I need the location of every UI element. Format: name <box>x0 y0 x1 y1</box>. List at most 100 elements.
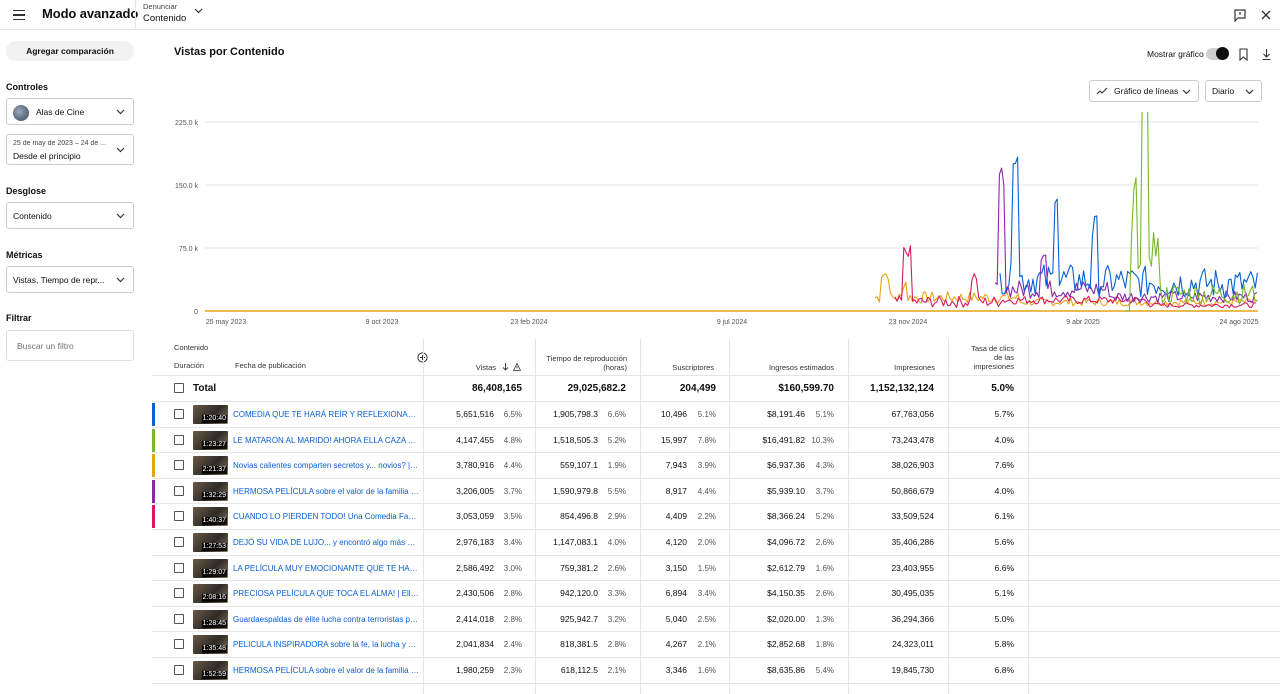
cell-watch-pct: 2.6% <box>607 563 626 573</box>
video-thumbnail[interactable]: 1:32:29 <box>193 481 228 501</box>
duration-badge: 1:27:53 <box>201 543 227 551</box>
header-watch-time[interactable]: Tiempo de reproducción (horas) <box>542 354 627 372</box>
video-title-link[interactable]: PELICULA INSPIRADORA sobre la fe, la luc… <box>233 632 419 657</box>
channel-select[interactable]: Alas de Cine <box>6 98 134 125</box>
y-tick-label: 0 <box>194 309 198 316</box>
video-title-link[interactable]: LA PELÍCULA MUY EMOCIONANTE QUE TE HARÁ … <box>233 556 419 581</box>
cell-subs-pct: 2.1% <box>697 640 716 650</box>
duration-badge: 1:32:29 <box>201 491 227 500</box>
breakdown-select[interactable]: Contenido <box>6 202 134 229</box>
cell-subs: 4,120 <box>665 537 687 547</box>
video-title-link[interactable]: HERMOSA PELÍCULA sobre el valor de la fa… <box>233 479 419 504</box>
video-title-link[interactable]: Guardaespaldas de élite lucha contra ter… <box>233 607 419 632</box>
granularity-select[interactable]: Diario <box>1205 80 1262 102</box>
report-selector[interactable]: Denunciar Contenido <box>135 0 203 30</box>
video-thumbnail[interactable]: 1:35:48 <box>193 635 228 655</box>
cell-subs-pct: 4.4% <box>697 486 716 496</box>
header-views[interactable]: Vistas <box>452 363 496 372</box>
video-thumbnail[interactable]: 1:52:59 <box>193 661 228 680</box>
chart-type-select[interactable]: Gráfico de líneas <box>1089 80 1199 102</box>
menu-icon[interactable] <box>10 6 28 24</box>
table-row: 1:40:37 CUANDO LO PIERDEN TODO! Una Comed… <box>152 504 1280 530</box>
report-value: Contenido <box>143 13 187 24</box>
date-range-select[interactable]: 25 de may de 2023 – 24 de ... Desde el p… <box>6 134 134 165</box>
cell-watch: 618,112.5 <box>560 665 598 675</box>
row-checkbox[interactable] <box>174 613 184 624</box>
cell-subs: 3,150 <box>665 562 687 573</box>
video-thumbnail[interactable]: 1:23:27 <box>193 430 228 450</box>
row-checkbox[interactable] <box>174 562 184 573</box>
row-checkbox[interactable] <box>174 434 184 445</box>
header-publish-date[interactable]: Fecha de publicación <box>235 361 306 370</box>
cell-ctr: 6.8% <box>994 665 1014 675</box>
row-checkbox[interactable] <box>174 588 184 599</box>
cell-subs-pct: 1.5% <box>697 563 716 573</box>
cell-subs-pct: 2.5% <box>697 614 716 624</box>
show-graph-toggle[interactable] <box>1206 47 1229 60</box>
video-thumbnail[interactable]: 1:20:40 <box>193 405 228 424</box>
video-title-link[interactable]: HERMOSA PELÍCULA sobre el valor de la fa… <box>233 658 419 683</box>
metrics-label: Métricas <box>6 250 43 260</box>
video-thumbnail[interactable]: 1:28:45 <box>193 609 228 629</box>
row-checkbox[interactable] <box>174 665 184 675</box>
row-checkbox[interactable] <box>174 537 184 547</box>
show-graph-label: Mostrar gráfico <box>1147 49 1204 59</box>
cell-impressions: 33,509,524 <box>891 511 934 522</box>
download-icon[interactable] <box>1261 48 1272 61</box>
feedback-icon[interactable] <box>1233 8 1247 22</box>
cell-impressions: 73,243,478 <box>891 434 934 445</box>
video-thumbnail[interactable]: 1:27:53 <box>193 533 228 552</box>
chevron-down-icon <box>1245 89 1254 95</box>
chevron-down-icon <box>116 277 125 282</box>
close-icon[interactable] <box>1259 8 1273 22</box>
header-ctr[interactable]: Tasa de clics de las impresiones <box>962 344 1014 371</box>
total-revenue: $160,599.70 <box>778 383 834 394</box>
cell-rev: $2,020.00 <box>767 613 805 624</box>
row-checkbox[interactable] <box>174 383 184 393</box>
cell-views: 3,053,059 <box>456 511 494 522</box>
cell-rev-pct: 10.3% <box>811 435 834 445</box>
add-comparison-button[interactable]: Agregar comparación <box>6 41 134 61</box>
cell-subs-pct: 3.4% <box>697 589 716 599</box>
metrics-select[interactable]: Vistas, Tiempo de repr... <box>6 266 134 293</box>
header-impressions[interactable]: Impresiones <box>852 363 935 372</box>
video-title-link[interactable]: COMEDIA QUE TE HARÁ REÍR Y REFLEXIONAR ¿… <box>233 402 419 427</box>
video-title-link[interactable]: PRECIOSA PELÍCULA QUE TOCA EL ALMA! | El… <box>233 581 419 606</box>
cell-views: 1,980,259 <box>456 665 494 675</box>
table-row: 2:21:37 Novias calientes comparten secret… <box>152 453 1280 479</box>
line-chart-icon <box>1096 87 1108 95</box>
video-title-link[interactable]: CUANDO LO PIERDEN TODO! Una Comedia Fami… <box>233 504 419 529</box>
header-revenue[interactable]: Ingresos estimados <box>732 363 834 372</box>
cell-impressions: 19,845,730 <box>891 665 934 675</box>
row-checkbox[interactable] <box>174 409 184 419</box>
header-subscribers[interactable]: Suscriptores <box>642 363 714 372</box>
cell-views: 5,651,516 <box>456 409 494 419</box>
chevron-down-icon <box>1182 89 1191 95</box>
video-thumbnail[interactable]: 2:21:37 <box>193 456 228 476</box>
total-watch: 29,025,682.2 <box>567 383 626 394</box>
bookmark-icon[interactable] <box>1238 48 1249 61</box>
cell-views: 3,780,916 <box>456 460 494 471</box>
y-tick-label: 150.0 k <box>175 183 198 190</box>
header-duration[interactable]: Duración <box>174 361 204 370</box>
video-thumbnail[interactable]: 1:29:07 <box>193 558 228 578</box>
cell-subs-pct: 7.8% <box>697 435 716 445</box>
video-thumbnail[interactable]: 1:40:37 <box>193 507 228 527</box>
video-title-link[interactable]: LE MATARON AL MARIDO! AHORA ELLA CAZA A … <box>233 428 419 453</box>
cell-watch-pct: 6.6% <box>607 410 626 419</box>
sort-down-icon[interactable] <box>502 363 509 371</box>
video-thumbnail[interactable]: 2:08:16 <box>193 584 228 604</box>
total-views: 86,408,165 <box>471 383 522 394</box>
row-checkbox[interactable] <box>174 485 184 496</box>
filter-input[interactable] <box>6 330 134 361</box>
column-divider <box>729 339 730 694</box>
cell-subs: 4,409 <box>665 511 687 522</box>
video-title-link[interactable]: Novias calientes comparten secretos y...… <box>233 453 419 478</box>
top-bar: Modo avanzado Denunciar Contenido <box>0 0 1280 30</box>
row-checkbox[interactable] <box>174 511 184 522</box>
row-checkbox[interactable] <box>174 639 184 650</box>
line-chart: 0 75.0 k 150.0 k 225.0 k 25 may 2023 9 oct 20… <box>175 112 1259 326</box>
video-title-link[interactable]: DEJÓ SU VIDA DE LUJO... y encontró algo … <box>233 530 419 555</box>
row-checkbox[interactable] <box>174 460 184 471</box>
cell-watch-pct: 3.2% <box>607 614 626 624</box>
